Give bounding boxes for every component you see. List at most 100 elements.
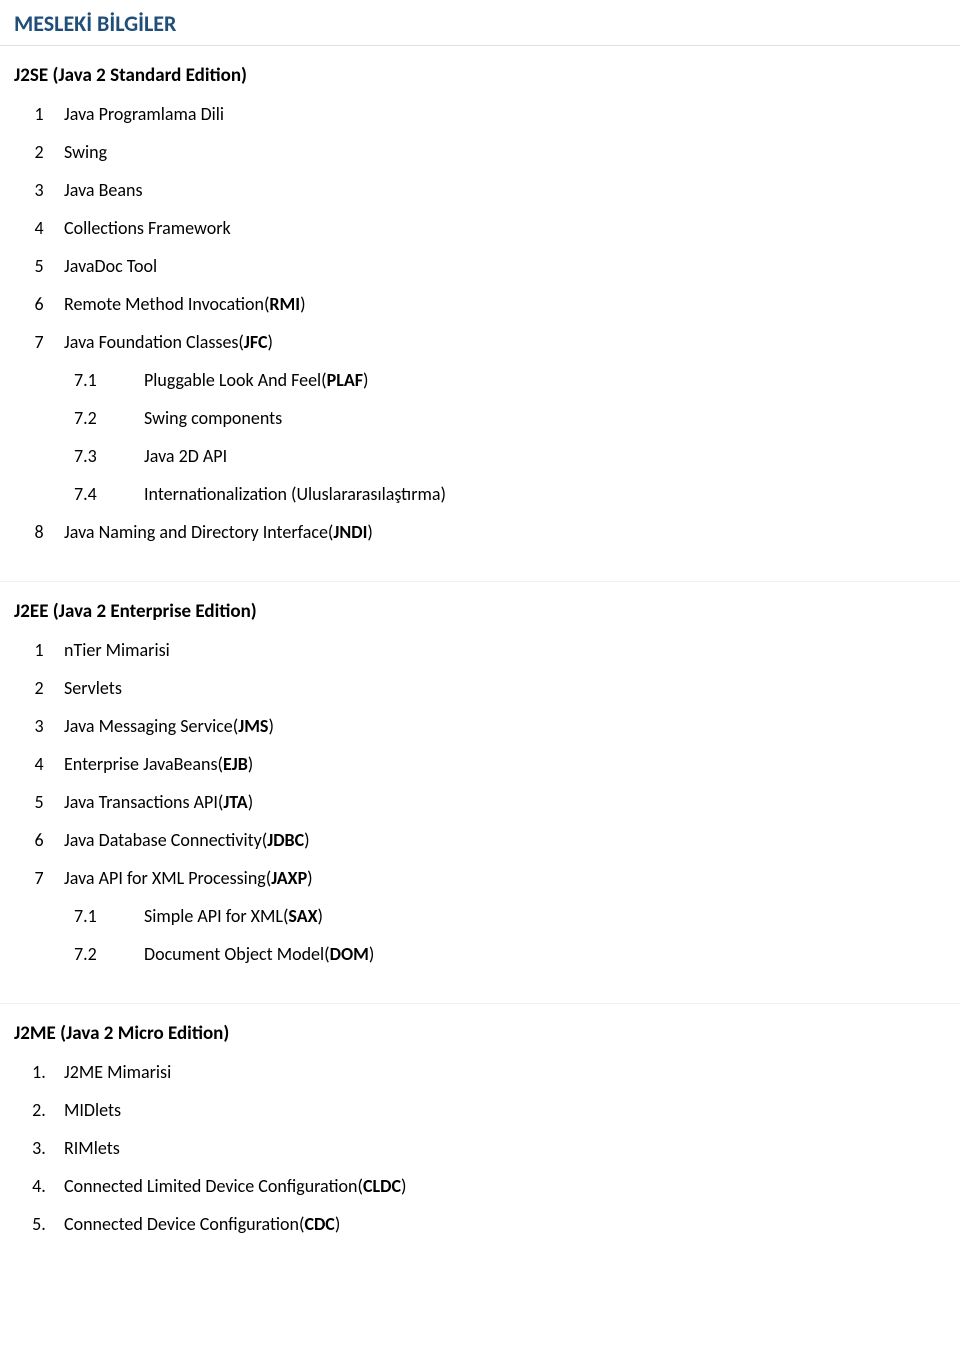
item-number: 2 [14, 1099, 64, 1121]
item-number: 4 [14, 1175, 64, 1197]
item-number: 4 [14, 753, 64, 775]
item-number: 3 [14, 715, 64, 737]
sub-item-content: Document Object Model(DOM) [144, 943, 960, 965]
item-text: Java Foundation Classes(JFC) [64, 331, 273, 353]
item-text: Java 2D API [144, 445, 227, 467]
list-item: 2Swing [14, 133, 960, 171]
item-content: J2ME Mimarisi [64, 1061, 960, 1083]
list: 1nTier Mimarisi2Servlets3Java Messaging … [0, 631, 960, 973]
item-text: nTier Mimarisi [64, 639, 170, 661]
sub-list: 7.1Pluggable Look And Feel(PLAF) 7.2Swing… [14, 361, 960, 513]
item-text: Java Database Connectivity(JDBC) [64, 829, 310, 851]
page-title: MESLEKİ BİLGİLER [0, 0, 960, 46]
item-text: Java Beans [64, 179, 143, 201]
list-item: 6Java Database Connectivity(JDBC) [14, 821, 960, 859]
sub-item: 7.4Internationalization (Uluslararasılaş… [74, 475, 960, 513]
list-item: 1Java Programlama Dili [14, 95, 960, 133]
list-item: 7Java Foundation Classes(JFC) [14, 323, 960, 361]
item-text: J2ME Mimarisi [64, 1061, 171, 1083]
list-item: 1J2ME Mimarisi [14, 1053, 960, 1091]
sub-item-content: Simple API for XML(SAX) [144, 905, 960, 927]
sub-item-number: 7.1 [74, 905, 144, 927]
item-number: 5 [14, 791, 64, 813]
section: J2EE (Java 2 Enterprise Edition)1nTier M… [0, 582, 960, 1004]
item-text: Servlets [64, 677, 122, 699]
item-content: Java Database Connectivity(JDBC) [64, 829, 960, 851]
item-bold: JAXP [271, 867, 307, 889]
sub-item-content: Java 2D API [144, 445, 960, 467]
item-text: Java API for XML Processing(JAXP) [64, 867, 313, 889]
item-number: 2 [14, 141, 64, 163]
list-item: 4Connected Limited Device Configuration(… [14, 1167, 960, 1205]
list-item: 8Java Naming and Directory Interface(JND… [14, 513, 960, 551]
item-number: 5 [14, 255, 64, 277]
item-content: Connected Device Configuration(CDC) [64, 1213, 960, 1235]
list-item: 3Java Beans [14, 171, 960, 209]
item-bold: JMS [238, 715, 268, 737]
sub-item: 7.1Simple API for XML(SAX) [74, 897, 960, 935]
item-content: Java Programlama Dili [64, 103, 960, 125]
sub-item-number: 7.3 [74, 445, 144, 467]
sub-item: 7.2Swing components [74, 399, 960, 437]
item-number: 8 [14, 521, 64, 543]
sub-item-number: 7.1 [74, 369, 144, 391]
item-content: Java Beans [64, 179, 960, 201]
item-number: 5 [14, 1213, 64, 1235]
item-number: 1 [14, 1061, 64, 1083]
item-content: Connected Limited Device Configuration(C… [64, 1175, 960, 1197]
item-text: Collections Framework [64, 217, 231, 239]
item-content: Java Transactions API(JTA) [64, 791, 960, 813]
item-number: 4 [14, 217, 64, 239]
item-text: Remote Method Invocation(RMI) [64, 293, 306, 315]
item-bold: JDBC [267, 829, 304, 851]
list-item: 5JavaDoc Tool [14, 247, 960, 285]
item-content: Remote Method Invocation(RMI) [64, 293, 960, 315]
list-item: 5Java Transactions API(JTA) [14, 783, 960, 821]
item-text: RIMlets [64, 1137, 120, 1159]
item-content: Java Foundation Classes(JFC) [64, 331, 960, 353]
item-content: Java Messaging Service(JMS) [64, 715, 960, 737]
item-text: Java Programlama Dili [64, 103, 224, 125]
section-title: J2SE (Java 2 Standard Edition) [0, 64, 960, 95]
item-number: 7 [14, 331, 64, 353]
item-content: Java Naming and Directory Interface(JNDI… [64, 521, 960, 543]
section-title: J2ME (Java 2 Micro Edition) [0, 1022, 960, 1053]
item-text: Simple API for XML(SAX) [144, 905, 323, 927]
sub-item: 7.2Document Object Model(DOM) [74, 935, 960, 973]
item-bold: JFC [244, 331, 268, 353]
list-item: 6Remote Method Invocation(RMI) [14, 285, 960, 323]
item-content: Swing [64, 141, 960, 163]
item-number: 6 [14, 293, 64, 315]
item-number: 2 [14, 677, 64, 699]
item-text: Internationalization (Uluslararasılaştır… [144, 483, 446, 505]
list: 1Java Programlama Dili2Swing3Java Beans4… [0, 95, 960, 551]
item-content: Enterprise JavaBeans(EJB) [64, 753, 960, 775]
item-number: 7 [14, 867, 64, 889]
item-number: 6 [14, 829, 64, 851]
item-content: MIDlets [64, 1099, 960, 1121]
item-text: Pluggable Look And Feel(PLAF) [144, 369, 368, 391]
list-item: 2Servlets [14, 669, 960, 707]
item-text: Document Object Model(DOM) [144, 943, 374, 965]
item-text: Connected Limited Device Configuration(C… [64, 1175, 406, 1197]
list-item: 3RIMlets [14, 1129, 960, 1167]
list-item: 2MIDlets [14, 1091, 960, 1129]
item-content: Collections Framework [64, 217, 960, 239]
item-text: Connected Device Configuration(CDC) [64, 1213, 340, 1235]
section: J2SE (Java 2 Standard Edition)1Java Prog… [0, 46, 960, 582]
list-item: 4Enterprise JavaBeans(EJB) [14, 745, 960, 783]
item-text: Java Messaging Service(JMS) [64, 715, 274, 737]
item-bold: SAX [288, 905, 317, 927]
sub-item-content: Swing components [144, 407, 960, 429]
item-bold: JNDI [333, 521, 367, 543]
item-bold: CLDC [363, 1175, 401, 1197]
item-text: MIDlets [64, 1099, 121, 1121]
item-number: 1 [14, 103, 64, 125]
item-number: 3 [14, 179, 64, 201]
item-bold: PLAF [327, 369, 363, 391]
list-item: 7Java API for XML Processing(JAXP) [14, 859, 960, 897]
item-content: nTier Mimarisi [64, 639, 960, 661]
sub-list: 7.1Simple API for XML(SAX)7.2Document Ob… [14, 897, 960, 973]
list-item: 4Collections Framework [14, 209, 960, 247]
sub-item-content: Pluggable Look And Feel(PLAF) [144, 369, 960, 391]
